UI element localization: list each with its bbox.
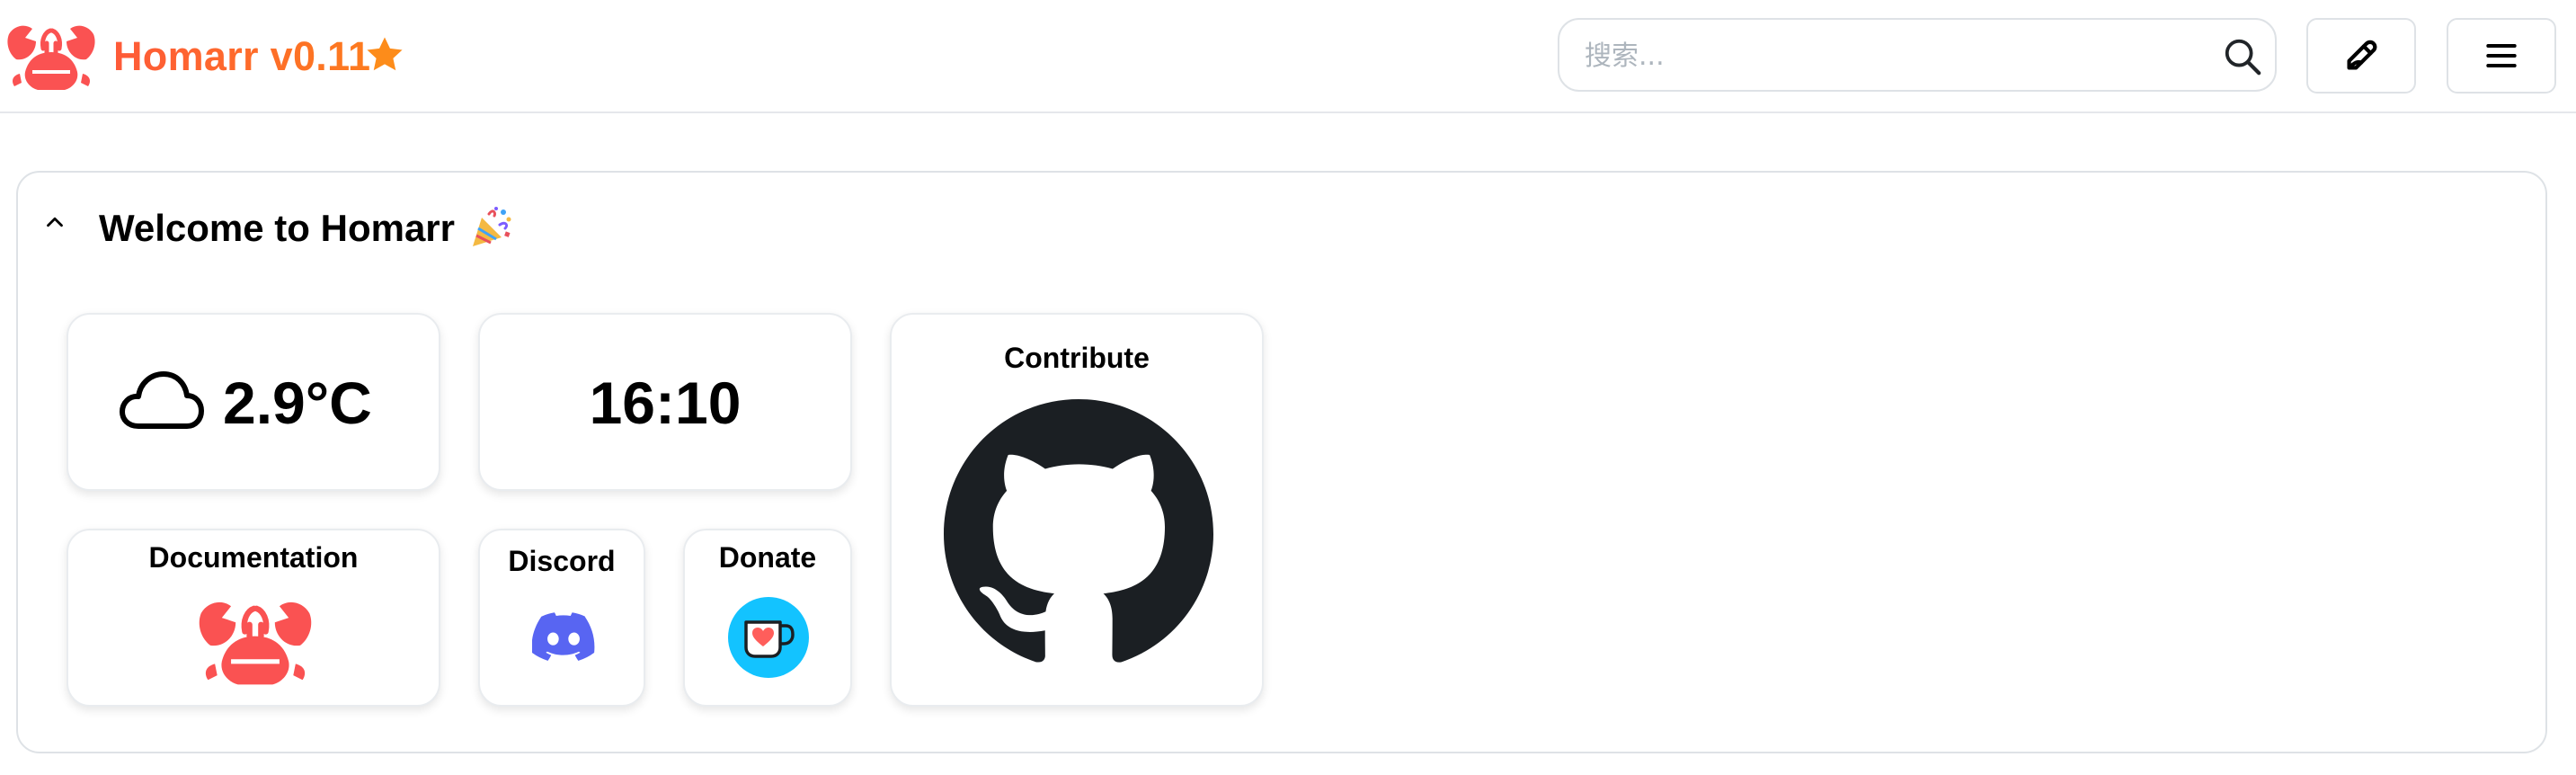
chevron-up-icon[interactable] bbox=[41, 209, 68, 236]
contribute-app-tile[interactable]: Contribute bbox=[890, 313, 1264, 707]
search-icon[interactable] bbox=[2222, 36, 2263, 77]
github-icon bbox=[944, 399, 1213, 663]
cloud-icon bbox=[120, 371, 204, 429]
pencil-edit-icon bbox=[2347, 40, 2377, 70]
star-icon bbox=[367, 37, 403, 71]
category-title: Welcome to Homarr bbox=[99, 207, 455, 249]
discord-app-tile[interactable]: Discord bbox=[478, 529, 645, 707]
weather-widget[interactable]: 2.9°C bbox=[67, 313, 440, 491]
top-bar: Homarr v0.11 bbox=[0, 0, 2576, 113]
contribute-title: Contribute bbox=[1004, 342, 1150, 374]
search-input[interactable] bbox=[1585, 36, 2196, 76]
documentation-title: Documentation bbox=[148, 541, 359, 574]
homarr-logo-icon[interactable] bbox=[5, 22, 97, 92]
app-title[interactable]: Homarr v0.11 bbox=[113, 32, 370, 81]
documentation-app-tile[interactable]: Documentation bbox=[67, 529, 440, 707]
discord-icon bbox=[532, 612, 595, 661]
ko-fi-cup-icon bbox=[728, 597, 809, 678]
clock-time: 16:10 bbox=[589, 370, 742, 436]
search-box[interactable] bbox=[1558, 18, 2277, 92]
menu-button[interactable] bbox=[2447, 18, 2556, 94]
discord-title: Discord bbox=[508, 545, 616, 577]
category-welcome: Welcome to Homarr 2.9°C 16:10 Contribute… bbox=[16, 171, 2547, 753]
hamburger-menu-icon bbox=[2486, 43, 2517, 68]
homarr-crab-logo-icon bbox=[199, 601, 312, 685]
edit-mode-button[interactable] bbox=[2306, 18, 2416, 94]
weather-temperature: 2.9°C bbox=[223, 370, 372, 436]
donate-title: Donate bbox=[718, 541, 817, 574]
clock-widget[interactable]: 16:10 bbox=[478, 313, 852, 491]
party-popper-icon bbox=[473, 207, 511, 246]
donate-app-tile[interactable]: Donate bbox=[683, 529, 852, 707]
